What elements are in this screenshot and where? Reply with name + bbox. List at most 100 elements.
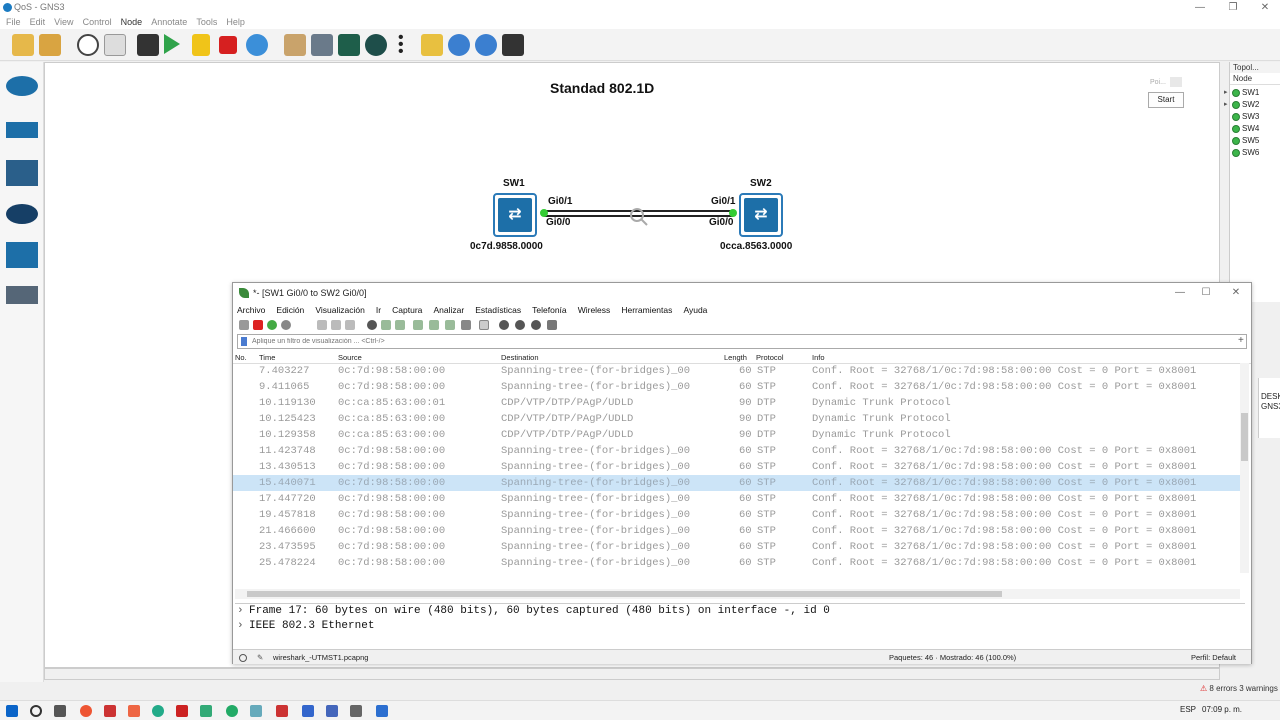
browser-icon[interactable]: [226, 705, 238, 717]
wireshark-taskbar-icon[interactable]: [376, 705, 388, 717]
ws-save-icon[interactable]: [331, 320, 341, 330]
poi-box[interactable]: [1170, 77, 1182, 87]
topology-node-sw3[interactable]: SW3: [1230, 111, 1280, 123]
packet-row[interactable]: 21.466600 0c:7d:98:58:00:00 Spanning-tree-…: [233, 523, 1240, 539]
stop-icon[interactable]: [219, 36, 237, 54]
terminal-icon[interactable]: [137, 34, 159, 56]
edit-comment-icon[interactable]: ✎: [257, 650, 263, 665]
zoom-in-icon[interactable]: [448, 34, 470, 56]
app-icon[interactable]: [350, 705, 362, 717]
ws-close-file-icon[interactable]: [345, 320, 355, 330]
packet-row[interactable]: 11.423748 0c:7d:98:58:00:00 Spanning-tree-…: [233, 443, 1240, 459]
topology-node-sw6[interactable]: SW6: [1230, 147, 1280, 159]
ws-menu-ayuda[interactable]: Ayuda: [683, 303, 707, 317]
bookmark-icon[interactable]: [241, 337, 247, 346]
canvas-horizontal-scrollbar[interactable]: [44, 668, 1220, 680]
ws-options-icon[interactable]: [281, 320, 291, 330]
play-icon[interactable]: [164, 34, 180, 54]
ws-open-icon[interactable]: [317, 320, 327, 330]
ws-restart-icon[interactable]: [267, 320, 277, 330]
ws-menu-visualizacion[interactable]: Visualización: [315, 303, 364, 317]
minimize-icon[interactable]: —: [1185, 0, 1215, 15]
menu-edit[interactable]: Edit: [30, 15, 46, 29]
security-device-icon[interactable]: [6, 204, 38, 224]
col-info[interactable]: Info: [812, 353, 825, 362]
ws-menu-ir[interactable]: Ir: [376, 303, 381, 317]
ws-back-icon[interactable]: [381, 320, 391, 330]
ws-menu-analizar[interactable]: Analizar: [433, 303, 464, 317]
packet-row[interactable]: 13.430513 0c:7d:98:58:00:00 Spanning-tree-…: [233, 459, 1240, 475]
app-icon[interactable]: [176, 705, 188, 717]
ws-maximize-icon[interactable]: ☐: [1191, 285, 1221, 300]
switch-icon[interactable]: [6, 122, 38, 138]
app-icon[interactable]: [276, 705, 288, 717]
router-icon[interactable]: [6, 76, 38, 96]
packet-row[interactable]: 10.129358 0c:ca:85:63:00:00 CDP/VTP/DTP/PA…: [233, 427, 1240, 443]
screen-icon[interactable]: [311, 34, 333, 56]
topology-node-sw5[interactable]: SW5: [1230, 135, 1280, 147]
start-button[interactable]: Start: [1148, 92, 1184, 108]
windows-start-icon[interactable]: [6, 705, 18, 717]
display-filter-input[interactable]: [252, 336, 1152, 347]
app-icon[interactable]: [250, 705, 262, 717]
app-icon[interactable]: [104, 705, 116, 717]
app-icon[interactable]: [200, 705, 212, 717]
ws-menu-estadisticas[interactable]: Estadísticas: [475, 303, 521, 317]
menu-control[interactable]: Control: [83, 15, 112, 29]
packet-list-vertical-scrollbar[interactable]: [1240, 363, 1249, 573]
packet-row[interactable]: 7.403227 0c:7d:98:58:00:00 Spanning-tree-(…: [233, 363, 1240, 379]
errors-indicator[interactable]: ⚠ 8 errors 3 warnings: [1200, 684, 1280, 698]
lock-icon[interactable]: [421, 34, 443, 56]
ws-first-icon[interactable]: [429, 320, 439, 330]
side-item-gns3[interactable]: GNS3: [1259, 401, 1280, 411]
menu-view[interactable]: View: [54, 15, 73, 29]
detail-ethernet[interactable]: IEEE 802.3 Ethernet: [235, 619, 1245, 633]
ellipse-icon[interactable]: [365, 34, 387, 56]
ws-forward-icon[interactable]: [395, 320, 405, 330]
ws-zoom-out-icon[interactable]: [515, 320, 525, 330]
col-time[interactable]: Time: [259, 353, 275, 362]
ws-menu-edicion[interactable]: Edición: [276, 303, 304, 317]
note-icon[interactable]: [284, 34, 306, 56]
rectangle-icon[interactable]: [338, 34, 360, 56]
ws-fin-start-icon[interactable]: [239, 320, 249, 330]
ws-menu-archivo[interactable]: Archivo: [237, 303, 265, 317]
packet-row[interactable]: 15.440071 0c:7d:98:58:00:00 Spanning-tree-…: [233, 475, 1240, 491]
ws-menu-wireless[interactable]: Wireless: [578, 303, 611, 317]
app-icon[interactable]: [128, 705, 140, 717]
cursor-icon[interactable]: [104, 34, 126, 56]
reload-icon[interactable]: [246, 34, 268, 56]
ws-find-icon[interactable]: [367, 320, 377, 330]
side-item-desk[interactable]: DESK: [1259, 378, 1280, 401]
packet-row[interactable]: 17.447720 0c:7d:98:58:00:00 Spanning-tree-…: [233, 491, 1240, 507]
camera-icon[interactable]: [502, 34, 524, 56]
task-view-icon[interactable]: [54, 705, 66, 717]
topology-node-sw4[interactable]: SW4: [1230, 123, 1280, 135]
ws-menu-herramientas[interactable]: Herramientas: [621, 303, 672, 317]
menu-help[interactable]: Help: [226, 15, 245, 29]
packet-list-horizontal-scrollbar[interactable]: [235, 589, 1240, 599]
col-destination[interactable]: Destination: [501, 353, 539, 362]
end-device-icon[interactable]: [6, 160, 38, 186]
clock[interactable]: 07:09 p. m.: [1202, 705, 1242, 714]
ws-goto-icon[interactable]: [413, 320, 423, 330]
app-icon[interactable]: [302, 705, 314, 717]
menu-tools[interactable]: Tools: [196, 15, 217, 29]
folder-icon[interactable]: [12, 34, 34, 56]
ws-last-icon[interactable]: [445, 320, 455, 330]
col-source[interactable]: Source: [338, 353, 362, 362]
packet-row[interactable]: 23.473595 0c:7d:98:58:00:00 Spanning-tree-…: [233, 539, 1240, 555]
zoom-out-icon[interactable]: [475, 34, 497, 56]
menu-node[interactable]: Node: [121, 15, 143, 29]
packet-row[interactable]: 10.119130 0c:ca:85:63:00:01 CDP/VTP/DTP/PA…: [233, 395, 1240, 411]
open-folder-icon[interactable]: [39, 34, 61, 56]
menu-file[interactable]: File: [6, 15, 21, 29]
menu-annotate[interactable]: Annotate: [151, 15, 187, 29]
more-icon[interactable]: • • •: [398, 30, 404, 60]
ws-menu-captura[interactable]: Captura: [392, 303, 422, 317]
app-icon[interactable]: [80, 705, 92, 717]
packet-row[interactable]: 10.125423 0c:ca:85:63:00:00 CDP/VTP/DTP/PA…: [233, 411, 1240, 427]
profile-name[interactable]: Perfil: Default: [1191, 650, 1236, 665]
col-length[interactable]: Length: [724, 353, 747, 362]
clock-icon[interactable]: [77, 34, 99, 56]
